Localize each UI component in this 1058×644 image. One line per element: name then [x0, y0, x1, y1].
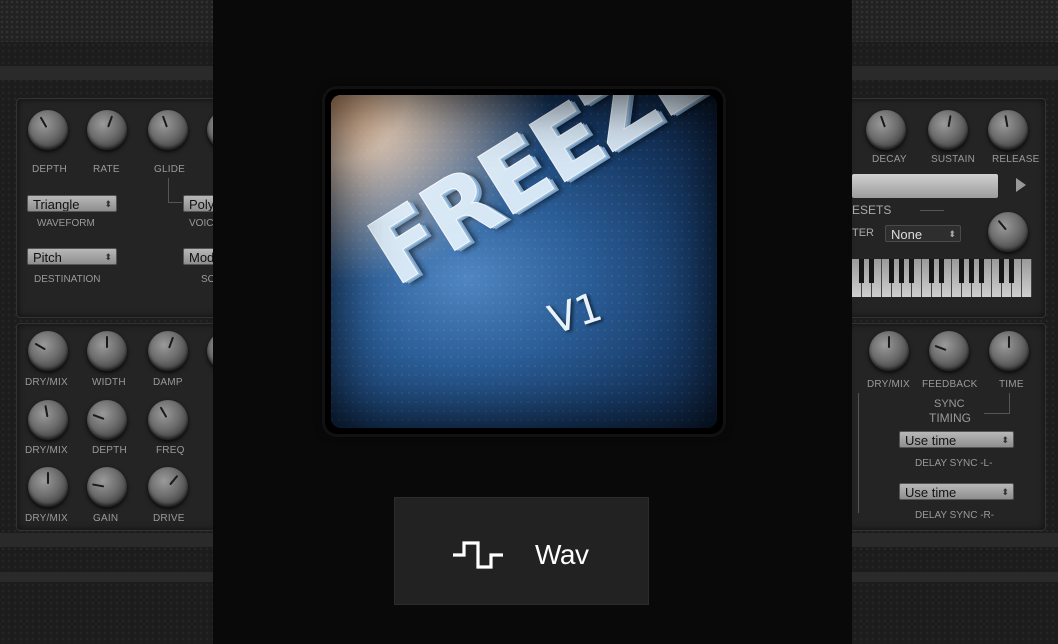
play-icon[interactable]: [1016, 178, 1026, 192]
sustain-label: SUSTAIN: [931, 154, 975, 165]
connector-line: [168, 178, 169, 202]
chorus-drymix-label: DRY/MIX: [25, 445, 68, 456]
time-knob[interactable]: [989, 331, 1029, 371]
sync-label: SYNC: [934, 398, 965, 410]
destination-select[interactable]: Pitch ⬍: [27, 248, 117, 265]
preset-display[interactable]: [852, 174, 998, 198]
waveform-select-value: Triangle: [33, 197, 80, 212]
piano-black-key[interactable]: [909, 259, 914, 283]
piano-white-key[interactable]: [1022, 259, 1032, 297]
delay-drymix-knob[interactable]: [869, 331, 909, 371]
width-knob[interactable]: [87, 331, 127, 371]
delay-sync-left-label: DELAY SYNC -L-: [915, 458, 993, 469]
width-label: WIDTH: [92, 377, 126, 388]
lfo-rate-knob[interactable]: [87, 110, 127, 150]
select-arrows-icon: ⬍: [104, 252, 112, 262]
lfo-glide-knob[interactable]: [148, 110, 188, 150]
gain-knob[interactable]: [87, 467, 127, 507]
damp-label: DAMP: [153, 377, 183, 388]
filter-label: TER: [852, 227, 874, 239]
freeze-artwork: FREEZE V1: [331, 95, 717, 428]
wav-format-label: Wav: [535, 539, 589, 570]
feedback-label: FEEDBACK: [922, 379, 978, 390]
chorus-depth-knob[interactable]: [87, 400, 127, 440]
delay-sync-left-value: Use time: [905, 433, 957, 448]
wav-format-button[interactable]: Wav: [394, 497, 649, 605]
piano-black-key[interactable]: [899, 259, 904, 283]
damp-knob[interactable]: [148, 331, 188, 371]
piano-black-key[interactable]: [1009, 259, 1014, 283]
gain-label: GAIN: [93, 513, 119, 524]
filter-knob[interactable]: [988, 212, 1028, 252]
freq-knob[interactable]: [148, 400, 188, 440]
freq-label: FREQ: [156, 445, 185, 456]
lfo-rate-label: RATE: [93, 164, 120, 175]
artwork-title: FREEZE: [351, 95, 717, 306]
voice-select-value: Poly: [189, 197, 215, 212]
release-label: RELEASE: [992, 154, 1040, 165]
select-arrows-icon: ⬍: [104, 199, 112, 209]
filter-select[interactable]: None ⬍: [885, 225, 961, 242]
waveform-select[interactable]: Triangle ⬍: [27, 195, 117, 212]
reverb-drymix-label: DRY/MIX: [25, 377, 68, 388]
source-select-value: Mod: [189, 250, 215, 265]
delay-sync-right-label: DELAY SYNC -R-: [915, 510, 995, 521]
waveform-label: WAVEFORM: [37, 218, 95, 229]
piano-black-key[interactable]: [889, 259, 894, 283]
chorus-drymix-knob[interactable]: [28, 400, 68, 440]
destination-label: DESTINATION: [34, 274, 101, 285]
delay-sync-right-value: Use time: [905, 485, 957, 500]
destination-select-value: Pitch: [33, 250, 62, 265]
piano-black-key[interactable]: [959, 259, 964, 283]
select-arrows-icon: ⬍: [1001, 487, 1009, 497]
artwork-frame: FREEZE V1: [325, 89, 723, 434]
dist-drymix-knob[interactable]: [28, 467, 68, 507]
connector-line: [984, 413, 1010, 414]
decay-label: DECAY: [872, 154, 907, 165]
divider-line: [920, 210, 944, 211]
sustain-knob[interactable]: [928, 110, 968, 150]
drive-label: DRIVE: [153, 513, 185, 524]
timing-label: TIMING: [929, 411, 971, 425]
piano-black-key[interactable]: [979, 259, 984, 283]
chorus-depth-label: DEPTH: [92, 445, 127, 456]
select-arrows-icon: ⬍: [1001, 435, 1009, 445]
connector-line: [1009, 393, 1010, 413]
release-knob[interactable]: [988, 110, 1028, 150]
artwork-version: V1: [543, 283, 608, 345]
piano-black-key[interactable]: [999, 259, 1004, 283]
lfo-depth-knob[interactable]: [28, 110, 68, 150]
presets-label: ESETS: [852, 203, 892, 217]
dist-drymix-label: DRY/MIX: [25, 513, 68, 524]
voice-label: VOIC: [189, 218, 214, 229]
piano-black-key[interactable]: [939, 259, 944, 283]
piano-black-key[interactable]: [929, 259, 934, 283]
feedback-knob[interactable]: [929, 331, 969, 371]
lfo-depth-label: DEPTH: [32, 164, 67, 175]
piano-black-key[interactable]: [859, 259, 864, 283]
piano-black-key[interactable]: [969, 259, 974, 283]
piano-keyboard[interactable]: [852, 259, 1034, 299]
delay-drymix-label: DRY/MIX: [867, 379, 910, 390]
piano-black-key[interactable]: [869, 259, 874, 283]
filter-select-value: None: [891, 227, 923, 242]
delay-sync-right-select[interactable]: Use time ⬍: [899, 483, 1014, 500]
reverb-drymix-knob[interactable]: [28, 331, 68, 371]
square-wave-icon: [453, 541, 503, 569]
select-arrows-icon: ⬍: [948, 229, 956, 239]
connector-line: [168, 202, 182, 203]
delay-sync-left-select[interactable]: Use time ⬍: [899, 431, 1014, 448]
lfo-glide-label: GLIDE: [154, 164, 186, 175]
connector-line: [858, 393, 859, 513]
drive-knob[interactable]: [148, 467, 188, 507]
time-label: TIME: [999, 379, 1024, 390]
decay-knob[interactable]: [866, 110, 906, 150]
